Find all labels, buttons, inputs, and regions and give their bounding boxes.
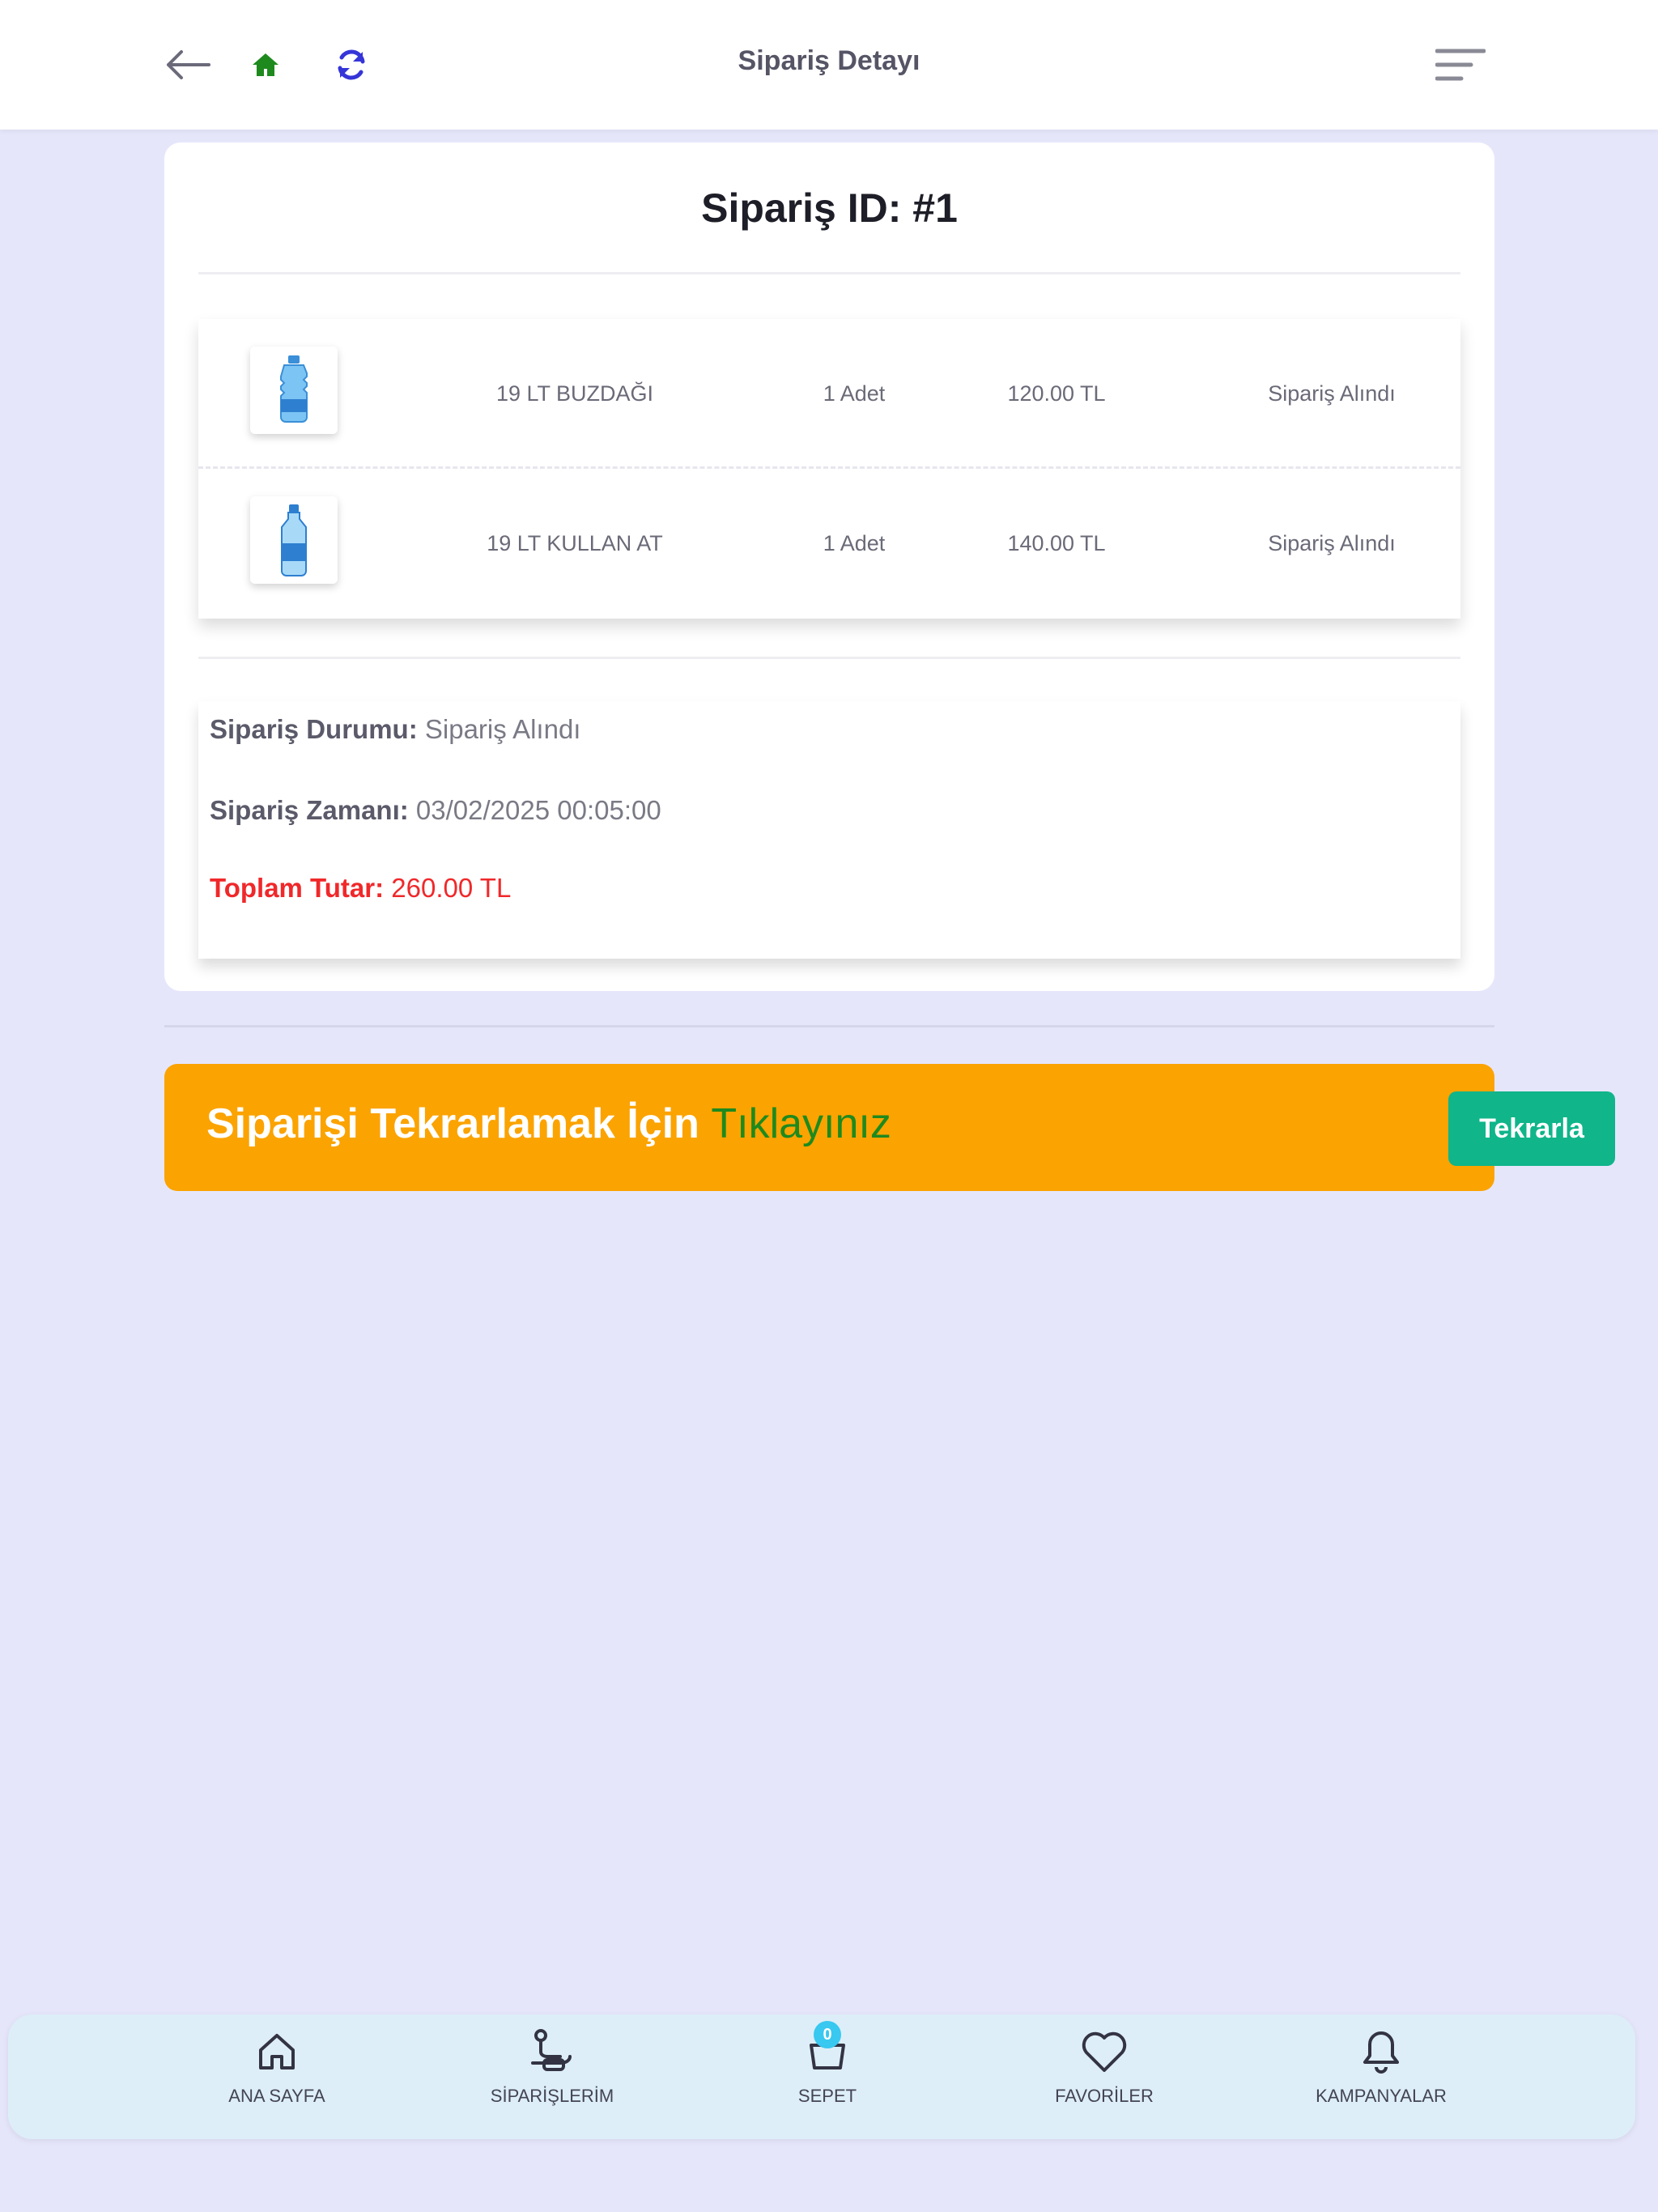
order-status-value: Sipariş Alındı xyxy=(424,714,581,744)
nav-item-home[interactable]: ANA SAYFA xyxy=(188,2026,366,2129)
item-status: Sipariş Alındı xyxy=(1268,381,1396,406)
nav-item-favorites[interactable]: FAVORİLER xyxy=(1015,2026,1193,2129)
water-bottle-icon xyxy=(250,347,338,434)
order-time-value: 03/02/2025 00:05:00 xyxy=(415,795,661,825)
order-status-line: Sipariş Durumu: Sipariş Alındı xyxy=(210,714,580,745)
nav-label: KAMPANYALAR xyxy=(1316,2086,1447,2106)
order-card: Sipariş ID: #1 19 LT BUZDAĞI 1 Adet 120.… xyxy=(164,143,1494,991)
orders-icon xyxy=(526,2026,578,2078)
top-header: Sipariş Detayı xyxy=(0,0,1658,130)
table-row: 19 LT KULLAN AT 1 Adet 140.00 TL Sipariş… xyxy=(198,469,1460,619)
divider xyxy=(198,272,1460,274)
nav-item-campaigns[interactable]: KAMPANYALAR xyxy=(1292,2026,1470,2129)
nav-item-cart[interactable]: 0 SEPET xyxy=(738,2021,916,2129)
item-price: 120.00 TL xyxy=(1007,381,1106,406)
nav-label: SİPARİŞLERİM xyxy=(490,2086,614,2106)
page-title: Sipariş Detayı xyxy=(738,45,920,76)
repeat-order-label: Siparişi Tekrarlamak İçin xyxy=(206,1100,699,1147)
repeat-order-banner: Siparişi Tekrarlamak İçin Tıklayınız Tek… xyxy=(164,1064,1615,1191)
cart-badge: 0 xyxy=(814,2021,841,2048)
item-quantity: 1 Adet xyxy=(823,531,886,555)
item-price: 140.00 TL xyxy=(1007,531,1106,555)
order-total-label: Toplam Tutar: xyxy=(210,873,385,903)
heart-icon xyxy=(1078,2026,1130,2078)
nav-label: FAVORİLER xyxy=(1055,2086,1154,2106)
water-bottle-icon xyxy=(250,496,338,584)
repeat-order-link[interactable]: Tıklayınız xyxy=(711,1100,891,1147)
divider xyxy=(198,657,1460,659)
order-id-title: Sipariş ID: #1 xyxy=(701,185,958,231)
order-items-table: 19 LT BUZDAĞI 1 Adet 120.00 TL Sipariş A… xyxy=(198,319,1460,619)
order-total-value: 260.00 TL xyxy=(391,873,512,903)
bell-icon xyxy=(1355,2026,1407,2078)
repeat-order-text: Siparişi Tekrarlamak İçin Tıklayınız xyxy=(206,1100,891,1148)
table-row: 19 LT BUZDAĞI 1 Adet 120.00 TL Sipariş A… xyxy=(198,319,1460,469)
item-quantity: 1 Adet xyxy=(823,381,886,406)
order-time-line: Sipariş Zamanı: 03/02/2025 00:05:00 xyxy=(210,795,661,826)
repeat-order-button[interactable]: Tekrarla xyxy=(1448,1091,1615,1166)
nav-label: SEPET xyxy=(797,2086,857,2106)
home-outline-icon xyxy=(251,2026,303,2078)
cart-icon: 0 xyxy=(801,2021,853,2078)
order-time-label: Sipariş Zamanı: xyxy=(210,795,409,825)
order-status-label: Sipariş Durumu: xyxy=(210,714,418,744)
section-divider xyxy=(164,1025,1494,1027)
nav-item-orders[interactable]: SİPARİŞLERİM xyxy=(463,2026,641,2129)
item-status: Sipariş Alındı xyxy=(1268,531,1396,555)
nav-label: ANA SAYFA xyxy=(228,2086,325,2106)
menu-icon[interactable] xyxy=(1435,40,1486,89)
bottom-nav: ANA SAYFA SİPARİŞLERİM 0 SEPET FAVORİLER… xyxy=(8,2014,1635,2139)
order-total-line: Toplam Tutar: 260.00 TL xyxy=(210,873,511,904)
item-name: 19 LT BUZDAĞI xyxy=(495,381,654,406)
item-name: 19 LT KULLAN AT xyxy=(487,531,663,555)
